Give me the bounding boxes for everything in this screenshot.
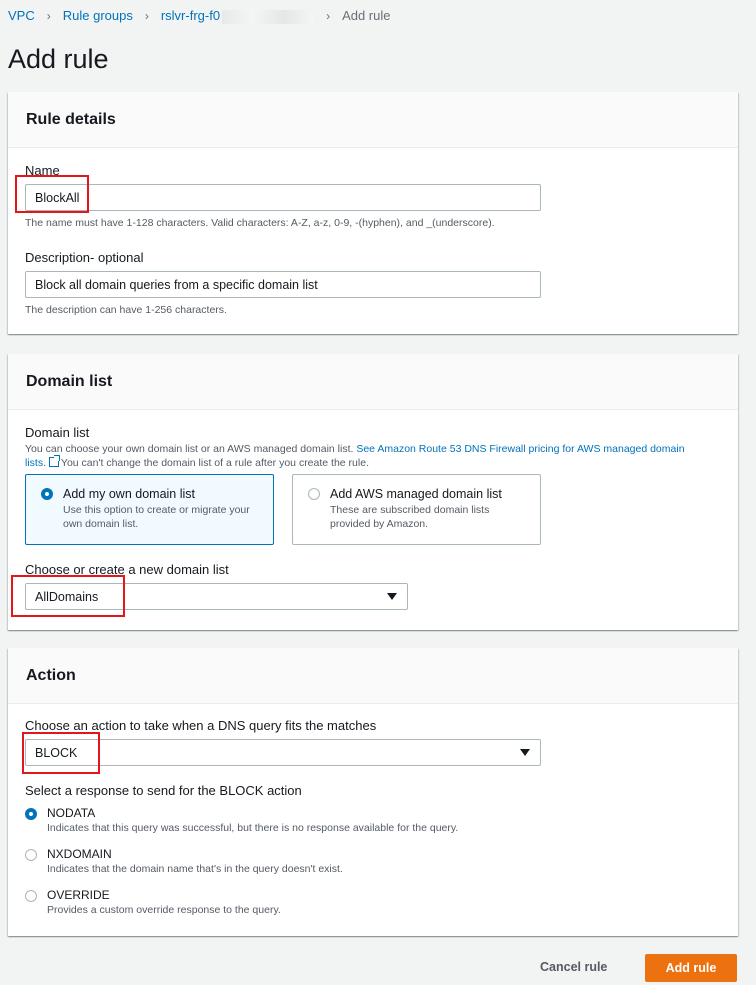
option-title: NODATA (47, 806, 96, 820)
response-label: Select a response to send for the BLOCK … (25, 783, 302, 798)
tile-description: These are subscribed domain lists provid… (330, 504, 490, 530)
option-title: NXDOMAIN (47, 847, 112, 861)
cancel-button[interactable]: Cancel rule (540, 960, 607, 974)
domain-list-info: You can choose your own domain list or a… (25, 442, 705, 470)
rule-details-panel: Rule details Name BlockAll The name must… (8, 92, 738, 334)
panel-header: Rule details (8, 92, 738, 148)
add-rule-button[interactable]: Add rule (645, 954, 737, 982)
breadcrumb-vpc[interactable]: VPC (8, 8, 35, 23)
radio-button[interactable] (308, 488, 320, 500)
description-hint: The description can have 1-256 character… (25, 304, 227, 316)
action-label: Choose an action to take when a DNS quer… (25, 718, 377, 733)
breadcrumb-separator: › (326, 8, 331, 23)
radio-button-selected[interactable] (25, 808, 37, 820)
panel-header: Domain list (8, 354, 738, 410)
panel-title: Action (26, 666, 76, 684)
option-title: OVERRIDE (47, 888, 110, 902)
domain-list-label: Domain list (25, 425, 90, 440)
option-description: Provides a custom override response to t… (47, 904, 281, 916)
panel-header: Action (8, 648, 738, 704)
page-title: Add rule (8, 44, 109, 74)
panel-title: Rule details (26, 110, 116, 128)
domain-list-info-tail: You can't change the domain list of a ru… (60, 457, 369, 469)
radio-button[interactable] (25, 890, 37, 902)
highlight-box (22, 732, 100, 774)
caret-down-icon (520, 749, 530, 756)
caret-down-icon (387, 593, 397, 600)
name-hint: The name must have 1-128 characters. Val… (25, 217, 495, 229)
radio-button-selected[interactable] (41, 488, 53, 500)
domain-list-info-text: You can choose your own domain list or a… (25, 443, 354, 455)
option-description: Indicates that the domain name that's in… (47, 863, 343, 875)
description-input[interactable]: Block all domain queries from a specific… (25, 271, 541, 298)
breadcrumb-rule-groups[interactable]: Rule groups (63, 8, 133, 23)
tile-title: Add AWS managed domain list (330, 487, 502, 501)
redacted-block (222, 9, 315, 24)
external-link-icon (48, 455, 60, 467)
action-select[interactable]: BLOCK (25, 739, 541, 766)
description-label: Description- optional (25, 250, 144, 265)
tile-own-domain-list[interactable]: Add my own domain list Use this option t… (25, 474, 274, 545)
breadcrumb-separator: › (144, 8, 149, 23)
highlight-box (11, 575, 125, 617)
breadcrumb-separator: › (46, 8, 51, 23)
action-panel: Action Choose an action to take when a D… (8, 648, 738, 936)
radio-button[interactable] (25, 849, 37, 861)
breadcrumb-rule-group[interactable]: rslvr-frg-f0 (161, 8, 315, 24)
highlight-box (15, 175, 89, 213)
breadcrumb-current: Add rule (342, 8, 391, 24)
tile-title: Add my own domain list (63, 487, 196, 501)
option-description: Indicates that this query was successful… (47, 822, 459, 834)
tile-description: Use this option to create or migrate you… (63, 504, 250, 530)
tile-aws-managed-domain-list[interactable]: Add AWS managed domain list These are su… (292, 474, 541, 545)
panel-title: Domain list (26, 372, 113, 390)
breadcrumb: VPC › Rule groups › rslvr-frg-f0 › Add r… (8, 8, 390, 24)
name-input[interactable]: BlockAll (25, 184, 541, 211)
domain-list-panel: Domain list Domain list You can choose y… (8, 354, 738, 630)
